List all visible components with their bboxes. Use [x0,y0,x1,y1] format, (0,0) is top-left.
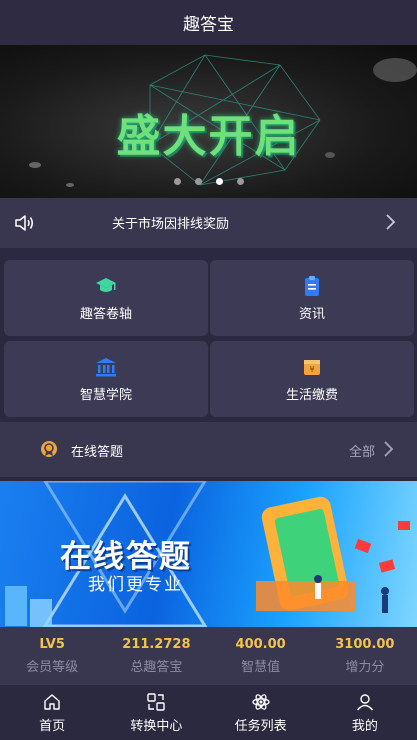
feature-label: 生活缴费 [285,387,338,403]
carousel-dots [0,178,417,185]
stat-wisdom: 400.00 智慧值 [209,627,313,684]
home-icon [44,693,60,710]
atom-icon [251,693,270,710]
stat-value: 211.2728 [122,636,191,652]
online-quiz-label: 在线答题 [71,445,124,460]
svg-text:¥: ¥ [309,365,314,374]
chevron-right-icon[interactable] [383,440,394,458]
view-all-link[interactable]: 全部 [349,441,375,460]
stat-boost: 3100.00 增力分 [313,627,417,684]
carousel-dot-active[interactable] [215,178,223,185]
promo-banner[interactable]: 在线答题 我们更专业 [0,481,417,627]
tab-label: 任务列表 [234,718,287,734]
tab-label: 转换中心 [130,718,183,734]
chevron-right-icon[interactable] [384,213,396,231]
banner-carousel[interactable]: 盛大开启 [0,45,417,198]
notice-bar[interactable]: 关于市场因排线奖励 [0,198,417,248]
tab-profile[interactable]: 我的 [313,685,417,740]
stat-value: 3100.00 [335,636,395,652]
stat-total-qdb: 211.2728 总趣答宝 [104,627,208,684]
feature-label: 智慧学院 [79,387,132,403]
stat-caption: 智慧值 [241,659,281,675]
stat-caption: 总趣答宝 [130,659,183,675]
feature-card-news[interactable]: 资讯 [210,260,414,336]
stat-value: LV5 [39,636,65,652]
graduation-cap-icon [96,277,116,292]
tab-label: 首页 [39,718,66,734]
tab-tasks[interactable]: 任务列表 [209,685,313,740]
medal-icon [41,441,57,457]
clipboard-icon [305,275,319,296]
exchange-icon [147,692,166,711]
bottom-tab-bar: 首页 转换中心 任务列表 我的 [0,684,417,740]
speaker-icon [15,215,33,231]
wallet-icon: ¥ [304,359,320,375]
feature-card-bills[interactable]: ¥ 生活缴费 [210,341,414,417]
stat-caption: 增力分 [345,659,385,675]
feature-label: 资讯 [298,306,325,322]
feature-card-academy[interactable]: 智慧学院 [4,341,208,417]
top-bar: 趣答宝 [0,0,417,45]
stats-row: LV5 会员等级 211.2728 总趣答宝 400.00 智慧值 3100.0… [0,627,417,684]
carousel-dot[interactable] [173,178,181,185]
feature-label: 趣答卷轴 [79,306,132,322]
institution-icon [96,357,116,376]
stat-caption: 会员等级 [26,659,79,675]
carousel-dot[interactable] [236,178,244,185]
feature-card-scrolls[interactable]: 趣答卷轴 [4,260,208,336]
stat-value: 400.00 [235,636,286,652]
tab-label: 我的 [351,718,378,734]
tab-home[interactable]: 首页 [0,685,104,740]
notice-text[interactable]: 关于市场因排线奖励 [112,213,229,232]
promo-subtitle: 我们更专业 [88,575,183,595]
page-title: 趣答宝 [183,15,234,35]
stat-member-level: LV5 会员等级 [0,627,104,684]
online-quiz-row[interactable]: 在线答题 全部 [0,422,417,477]
banner-headline: 盛大开启 [116,111,301,162]
user-icon [356,693,373,710]
carousel-dot[interactable] [194,178,202,185]
tab-exchange[interactable]: 转换中心 [104,685,208,740]
